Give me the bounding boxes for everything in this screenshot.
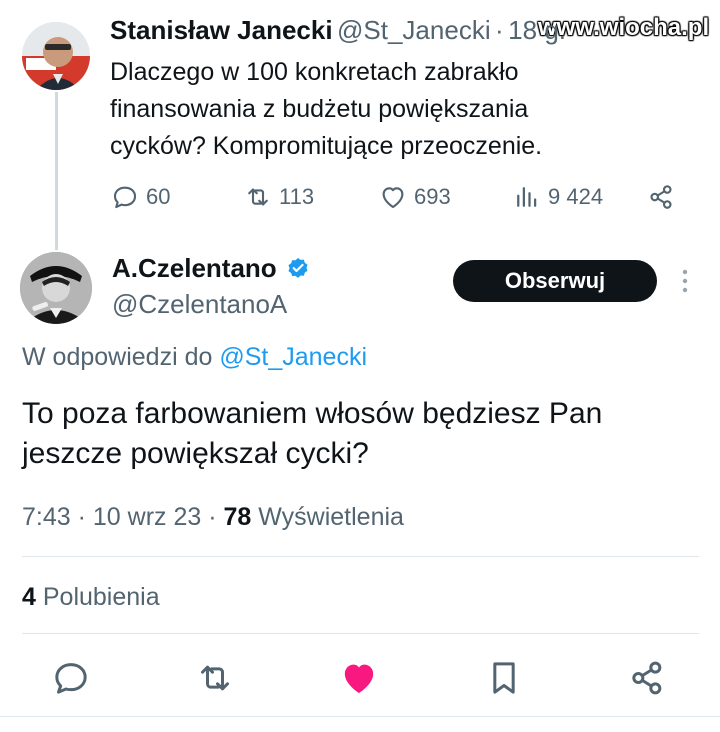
reply-author-name[interactable]: A.Czelentano [112,253,277,284]
parent-author-handle[interactable]: @St_Janecki [337,15,491,45]
bookmark-button[interactable] [484,658,524,703]
more-icon [682,269,688,293]
views-icon [517,187,537,207]
reply-text-line: jeszcze powiększał cycki? [22,437,369,470]
like-icon [382,187,404,209]
parent-share-button[interactable] [646,182,676,212]
divider [22,556,699,557]
reply-icon [113,186,137,209]
reply-author-name-row: A.Czelentano [112,253,311,284]
like-button[interactable] [339,658,379,703]
likes-label: Polubienia [42,583,160,611]
parent-time-separator: · [495,15,504,45]
parent-reply-button[interactable]: 60 [110,182,170,212]
share-icon [650,185,672,209]
reply-author-avatar[interactable] [20,252,92,324]
share-button[interactable] [627,658,667,703]
thread-line [55,92,58,250]
reply-meta: 7:43 · 10 wrz 23 · 78 Wyświetlenia [22,503,404,532]
parent-text-line: finansowania z budżetu powiększania [110,95,529,123]
follow-button[interactable]: Obserwuj [453,260,657,302]
bookmark-icon [493,662,515,694]
retweet-button[interactable] [195,658,235,703]
reply-views-label: Wyświetlenia [258,503,404,531]
reply-icon [55,663,87,694]
reply-button[interactable] [51,658,91,703]
parent-time-ago[interactable]: 18 g. [508,15,566,45]
parent-views-count: 9 424 [548,184,604,209]
parent-text-line: Dlaczego w 100 konkretach zabrakło [110,58,519,86]
verified-icon [288,257,308,278]
reply-to-handle-link[interactable]: @St_Janecki [219,343,367,371]
parent-like-button[interactable]: 693 [378,182,451,212]
likes-count: 4 [22,583,36,611]
reply-date[interactable]: 10 wrz 23 [93,503,201,531]
parent-like-count: 693 [414,184,451,209]
meta-separator: · [77,503,86,531]
like-icon [344,664,374,693]
retweet-icon [248,188,268,206]
reply-tweet-text: To poza farbowaniem włosów będziesz Pan … [22,394,702,474]
reply-time[interactable]: 7:43 [22,503,71,531]
reply-views-count: 78 [223,503,252,531]
parent-author-name[interactable]: Stanisław Janecki [110,15,333,45]
more-options-button[interactable] [678,266,692,301]
bottom-divider [0,716,720,717]
retweet-icon [201,665,229,691]
share-icon [632,661,662,695]
likes-summary[interactable]: 4 Polubienia [22,583,160,612]
parent-author-avatar[interactable] [22,22,90,90]
parent-retweet-button[interactable]: 113 [243,182,314,212]
reply-author-handle[interactable]: @CzelentanoA [112,289,287,320]
divider [22,633,699,634]
meta-separator: · [208,503,217,531]
parent-reply-count: 60 [146,184,171,209]
reply-text-line: To poza farbowaniem włosów będziesz Pan [22,397,603,430]
parent-tweet-header: Stanisław Janecki @St_Janecki · 18 g. [110,15,566,46]
parent-tweet-text: Dlaczego w 100 konkretach zabrakło finan… [110,54,690,165]
parent-retweet-count: 113 [279,184,315,209]
parent-views-button[interactable]: 9 424 [512,182,603,212]
reply-to-line: W odpowiedzi do @St_Janecki [22,343,367,372]
reply-to-prefix: W odpowiedzi do [22,343,213,371]
parent-text-line: cycków? Kompromitujące przeoczenie. [110,132,543,160]
